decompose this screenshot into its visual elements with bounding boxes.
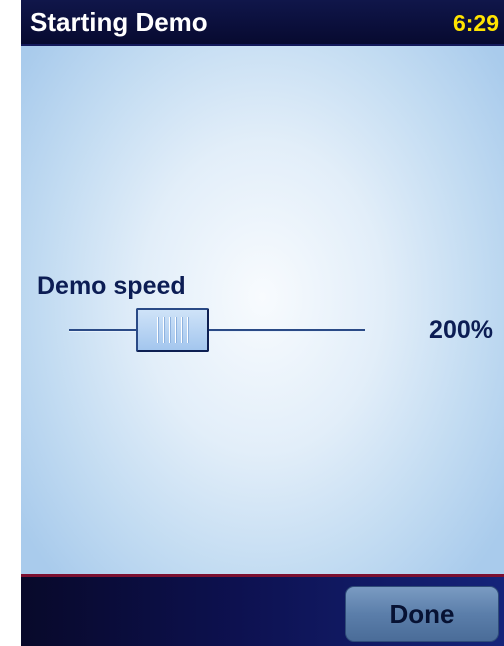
- bottom-bar: Done: [21, 574, 504, 646]
- slider-thumb[interactable]: [136, 308, 209, 352]
- done-button[interactable]: Done: [345, 586, 499, 642]
- demo-speed-value: 200%: [429, 316, 493, 344]
- title-bar: Starting Demo 6:29: [21, 0, 504, 46]
- page-title: Starting Demo: [30, 7, 208, 37]
- clock: 6:29: [452, 10, 499, 36]
- slider-track[interactable]: [69, 329, 365, 331]
- grip-icon: [157, 317, 188, 343]
- demo-speed-slider[interactable]: [69, 308, 369, 354]
- screen: Starting Demo 6:29 Demo speed 200% Done: [21, 0, 504, 646]
- demo-speed-label: Demo speed: [37, 272, 186, 300]
